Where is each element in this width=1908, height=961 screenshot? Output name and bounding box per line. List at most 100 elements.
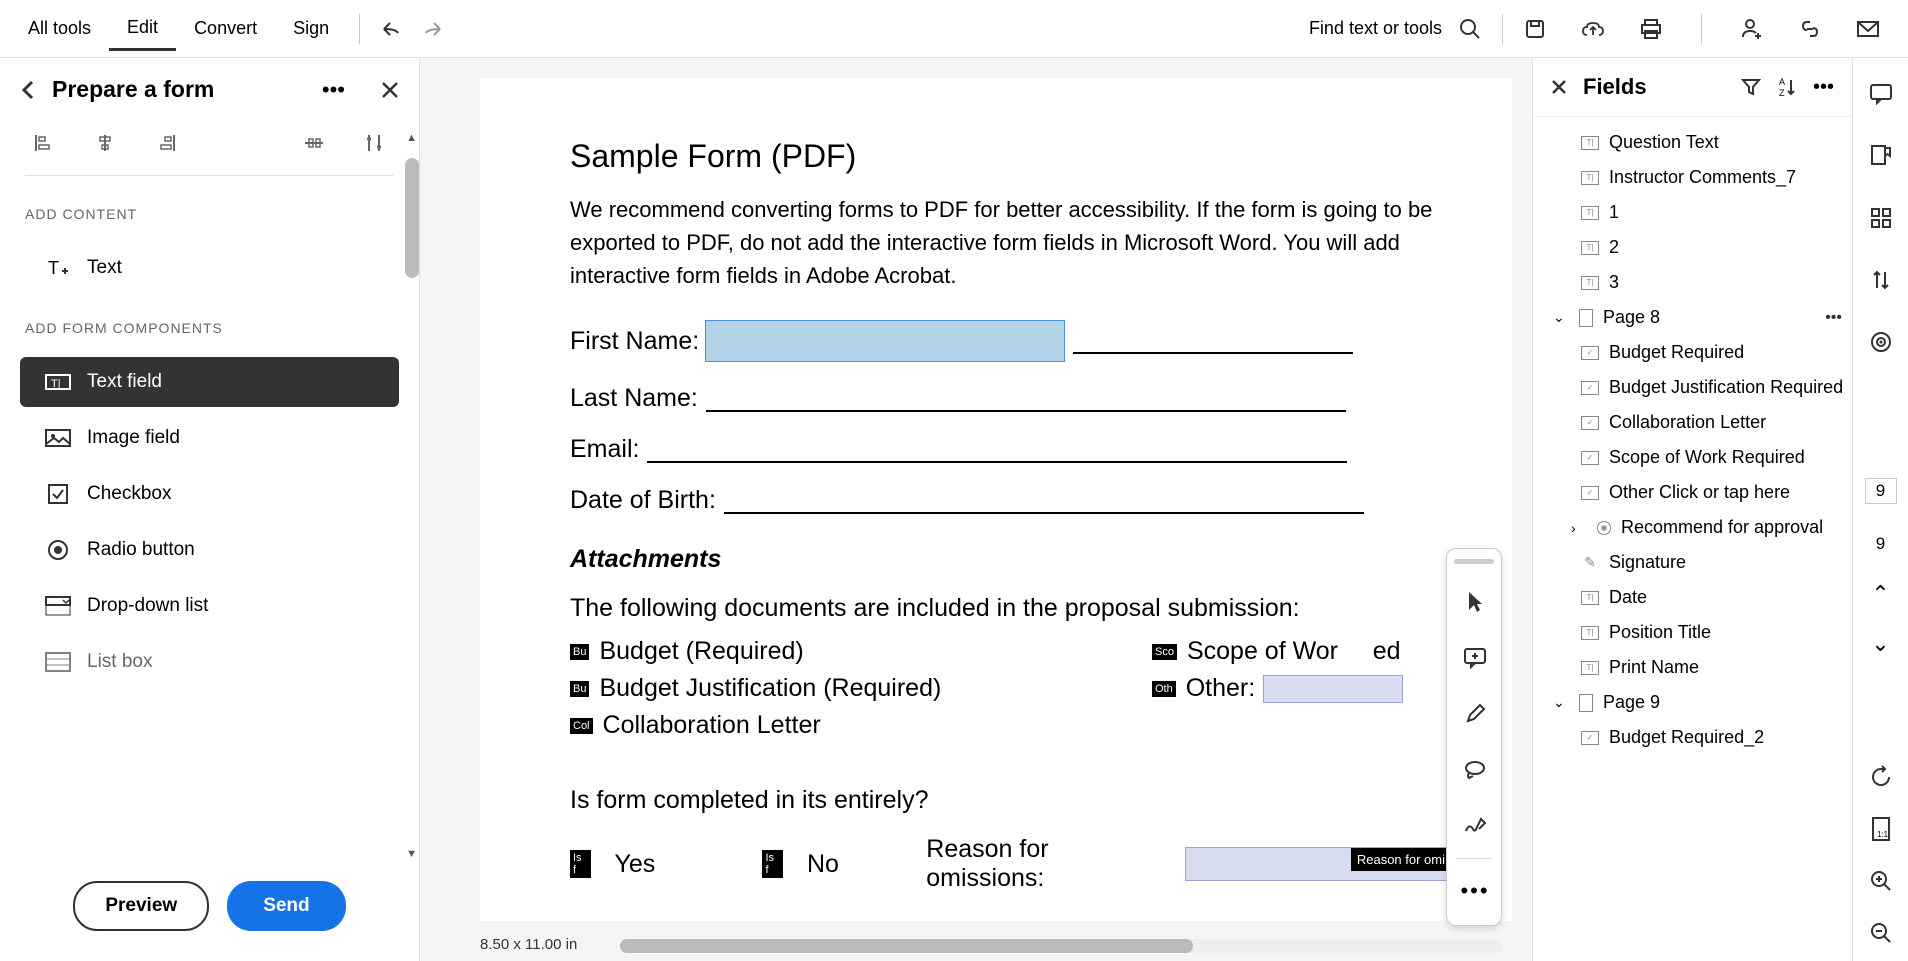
- redo-icon[interactable]: [412, 9, 452, 49]
- convert-menu[interactable]: Convert: [176, 8, 275, 49]
- field-item[interactable]: ✓Budget Justification Required: [1533, 370, 1852, 405]
- close-panel-icon[interactable]: [381, 81, 399, 99]
- lasso-icon[interactable]: [1447, 742, 1503, 798]
- close-fields-icon[interactable]: [1551, 79, 1567, 95]
- zoom-out-icon[interactable]: [1865, 917, 1897, 949]
- field-item[interactable]: ›◉Recommend for approval: [1533, 510, 1852, 545]
- all-tools-menu[interactable]: All tools: [10, 8, 109, 49]
- send-button[interactable]: Send: [227, 881, 345, 931]
- floating-toolbar[interactable]: •••: [1446, 548, 1502, 926]
- fields-title: Fields: [1583, 74, 1725, 100]
- field-item[interactable]: T|Position Title: [1533, 615, 1852, 650]
- field-item[interactable]: ✓Collaboration Letter: [1533, 405, 1852, 440]
- dropdown-tool[interactable]: Drop-down list: [20, 581, 399, 631]
- scroll-down-icon[interactable]: ▼: [406, 848, 417, 860]
- cloud-upload-icon[interactable]: [1573, 9, 1613, 49]
- group-more-icon[interactable]: •••: [1825, 309, 1842, 327]
- field-item[interactable]: T|Question Text: [1533, 125, 1852, 160]
- field-item[interactable]: T|2: [1533, 230, 1852, 265]
- drag-grip-icon[interactable]: [1454, 559, 1494, 564]
- field-item[interactable]: T|Date: [1533, 580, 1852, 615]
- grid-icon[interactable]: [1865, 202, 1897, 234]
- distribute-h-icon[interactable]: [299, 131, 329, 155]
- chevron-right-icon[interactable]: ›: [1571, 520, 1587, 536]
- current-page[interactable]: 9: [1865, 478, 1897, 504]
- field-item[interactable]: ✓Budget Required: [1533, 335, 1852, 370]
- radio-button-tool[interactable]: Radio button: [20, 525, 399, 575]
- document-page[interactable]: Sample Form (PDF) We recommend convertin…: [480, 78, 1512, 921]
- share-add-icon[interactable]: [1732, 9, 1772, 49]
- undo-icon[interactable]: [372, 9, 412, 49]
- text-field-tool[interactable]: T| Text field: [20, 357, 399, 407]
- edit-menu[interactable]: Edit: [109, 7, 176, 51]
- reason-field[interactable]: Reason for omi: [1185, 847, 1452, 881]
- distribute-v-icon[interactable]: [359, 131, 389, 155]
- align-center-icon[interactable]: [90, 131, 120, 155]
- no-label: No: [807, 850, 839, 879]
- comment-add-icon[interactable]: [1447, 630, 1503, 686]
- pencil-icon[interactable]: [1447, 686, 1503, 742]
- signature-draw-icon[interactable]: [1447, 798, 1503, 854]
- scroll-mode-icon[interactable]: [1865, 264, 1897, 296]
- align-right-icon[interactable]: [150, 131, 180, 155]
- chevron-down-icon[interactable]: ⌄: [1553, 309, 1569, 326]
- yes-tag[interactable]: Is f: [570, 850, 591, 878]
- scope-tag[interactable]: Sco: [1152, 644, 1177, 660]
- checkbox-tool[interactable]: Checkbox: [20, 469, 399, 519]
- field-item[interactable]: ✓Other Click or tap here: [1533, 475, 1852, 510]
- fields-more-icon[interactable]: •••: [1813, 76, 1834, 99]
- scroll-up-icon[interactable]: ▲: [406, 132, 417, 144]
- field-item[interactable]: ✎Signature: [1533, 545, 1852, 580]
- left-scrollbar[interactable]: [405, 158, 419, 278]
- sort-icon[interactable]: AZ: [1777, 76, 1797, 98]
- cursor-icon[interactable]: [1447, 574, 1503, 630]
- field-item[interactable]: T|1: [1533, 195, 1852, 230]
- rotate-icon[interactable]: [1865, 761, 1897, 793]
- fit-width-icon[interactable]: 1:1: [1865, 813, 1897, 845]
- image-field-icon: [45, 425, 71, 451]
- other-tag[interactable]: Oth: [1152, 681, 1176, 697]
- bookmark-icon[interactable]: [1865, 140, 1897, 172]
- find-text-label[interactable]: Find text or tools: [1309, 18, 1442, 39]
- field-item[interactable]: T|Instructor Comments_7: [1533, 160, 1852, 195]
- page-up-icon[interactable]: ⌃: [1865, 584, 1897, 604]
- page-size-status: 8.50 x 11.00 in: [480, 936, 577, 953]
- checkbox-icon: [45, 481, 71, 507]
- field-item[interactable]: T|Print Name: [1533, 650, 1852, 685]
- scope-label: Scope of Wor ed: [1187, 637, 1401, 666]
- listbox-tool[interactable]: List box: [20, 637, 399, 687]
- back-icon[interactable]: [20, 78, 36, 102]
- zoom-in-icon[interactable]: [1865, 865, 1897, 897]
- other-field[interactable]: [1263, 675, 1403, 703]
- preview-button[interactable]: Preview: [73, 881, 209, 931]
- align-left-icon[interactable]: [30, 131, 60, 155]
- link-icon[interactable]: [1790, 9, 1830, 49]
- budget-tag[interactable]: Bu: [570, 644, 589, 660]
- field-item[interactable]: ✓Budget Required_2: [1533, 720, 1852, 755]
- horizontal-scrollbar[interactable]: [620, 939, 1502, 953]
- comment-icon[interactable]: [1865, 78, 1897, 110]
- image-field-tool[interactable]: Image field: [20, 413, 399, 463]
- search-icon[interactable]: [1450, 9, 1490, 49]
- first-name-field[interactable]: [705, 320, 1065, 362]
- field-item[interactable]: T|3: [1533, 265, 1852, 300]
- more-tools-icon[interactable]: •••: [1447, 863, 1503, 919]
- page-9-group[interactable]: ⌄ Page 9: [1533, 685, 1852, 720]
- save-icon[interactable]: [1515, 9, 1555, 49]
- page-8-group[interactable]: ⌄ Page 8 •••: [1533, 300, 1852, 335]
- print-icon[interactable]: [1631, 9, 1671, 49]
- dob-underline: [724, 488, 1364, 514]
- email-icon[interactable]: [1848, 9, 1888, 49]
- budget-just-tag[interactable]: Bu: [570, 681, 589, 697]
- target-icon[interactable]: [1865, 326, 1897, 358]
- add-form-label: ADD FORM COMPONENTS: [0, 320, 419, 354]
- more-options-icon[interactable]: •••: [322, 77, 345, 103]
- field-item[interactable]: ✓Scope of Work Required: [1533, 440, 1852, 475]
- sign-menu[interactable]: Sign: [275, 8, 347, 49]
- page-down-icon[interactable]: ⌄: [1865, 634, 1897, 654]
- chevron-down-icon[interactable]: ⌄: [1553, 694, 1569, 711]
- text-tool[interactable]: T Text: [20, 243, 399, 293]
- filter-icon[interactable]: [1741, 77, 1761, 97]
- no-tag[interactable]: Is f: [762, 850, 783, 878]
- collab-tag[interactable]: Col: [570, 718, 593, 734]
